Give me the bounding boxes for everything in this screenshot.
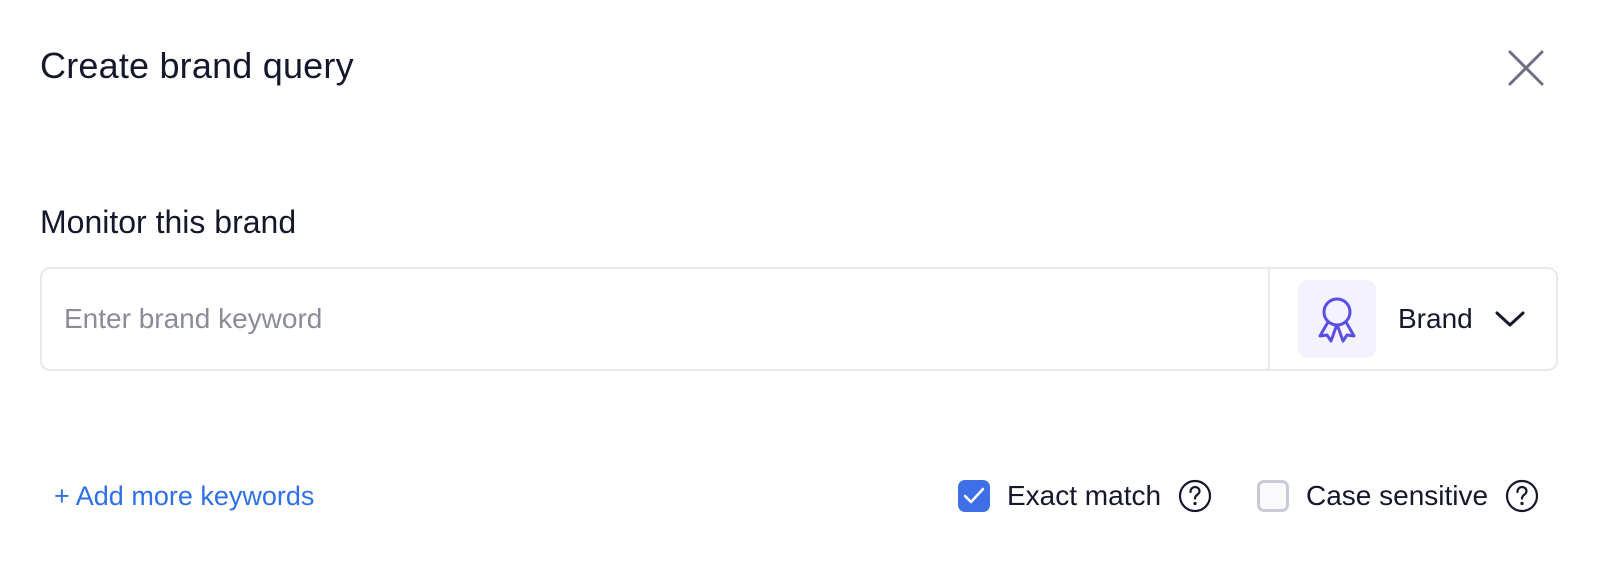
dialog-title: Create brand query	[40, 45, 354, 86]
exact-match-label: Exact match	[1007, 480, 1162, 511]
section-label: Monitor this brand	[40, 204, 297, 240]
check-icon	[963, 487, 985, 504]
case-sensitive-option: Case sensitive	[1257, 476, 1539, 516]
exact-match-checkbox[interactable]	[958, 480, 990, 512]
help-icon[interactable]	[1505, 479, 1539, 513]
exact-match-option: Exact match	[958, 476, 1212, 516]
add-more-keywords-link[interactable]: + Add more keywords	[54, 476, 314, 516]
query-type-select[interactable]: Brand	[1268, 269, 1556, 369]
keyword-input-group: Brand	[40, 267, 1558, 371]
award-ribbon-icon	[1318, 297, 1356, 343]
create-brand-query-dialog: Create brand query Monitor this brand Br…	[0, 0, 1600, 576]
type-icon-box	[1298, 280, 1376, 358]
case-sensitive-label: Case sensitive	[1306, 480, 1489, 511]
close-icon	[1508, 50, 1544, 86]
chevron-down-icon	[1495, 310, 1525, 328]
brand-keyword-input[interactable]	[42, 269, 1268, 369]
case-sensitive-checkbox[interactable]	[1257, 480, 1289, 512]
type-select-value: Brand	[1398, 303, 1473, 334]
help-icon[interactable]	[1178, 479, 1212, 513]
close-button[interactable]	[1506, 48, 1546, 88]
